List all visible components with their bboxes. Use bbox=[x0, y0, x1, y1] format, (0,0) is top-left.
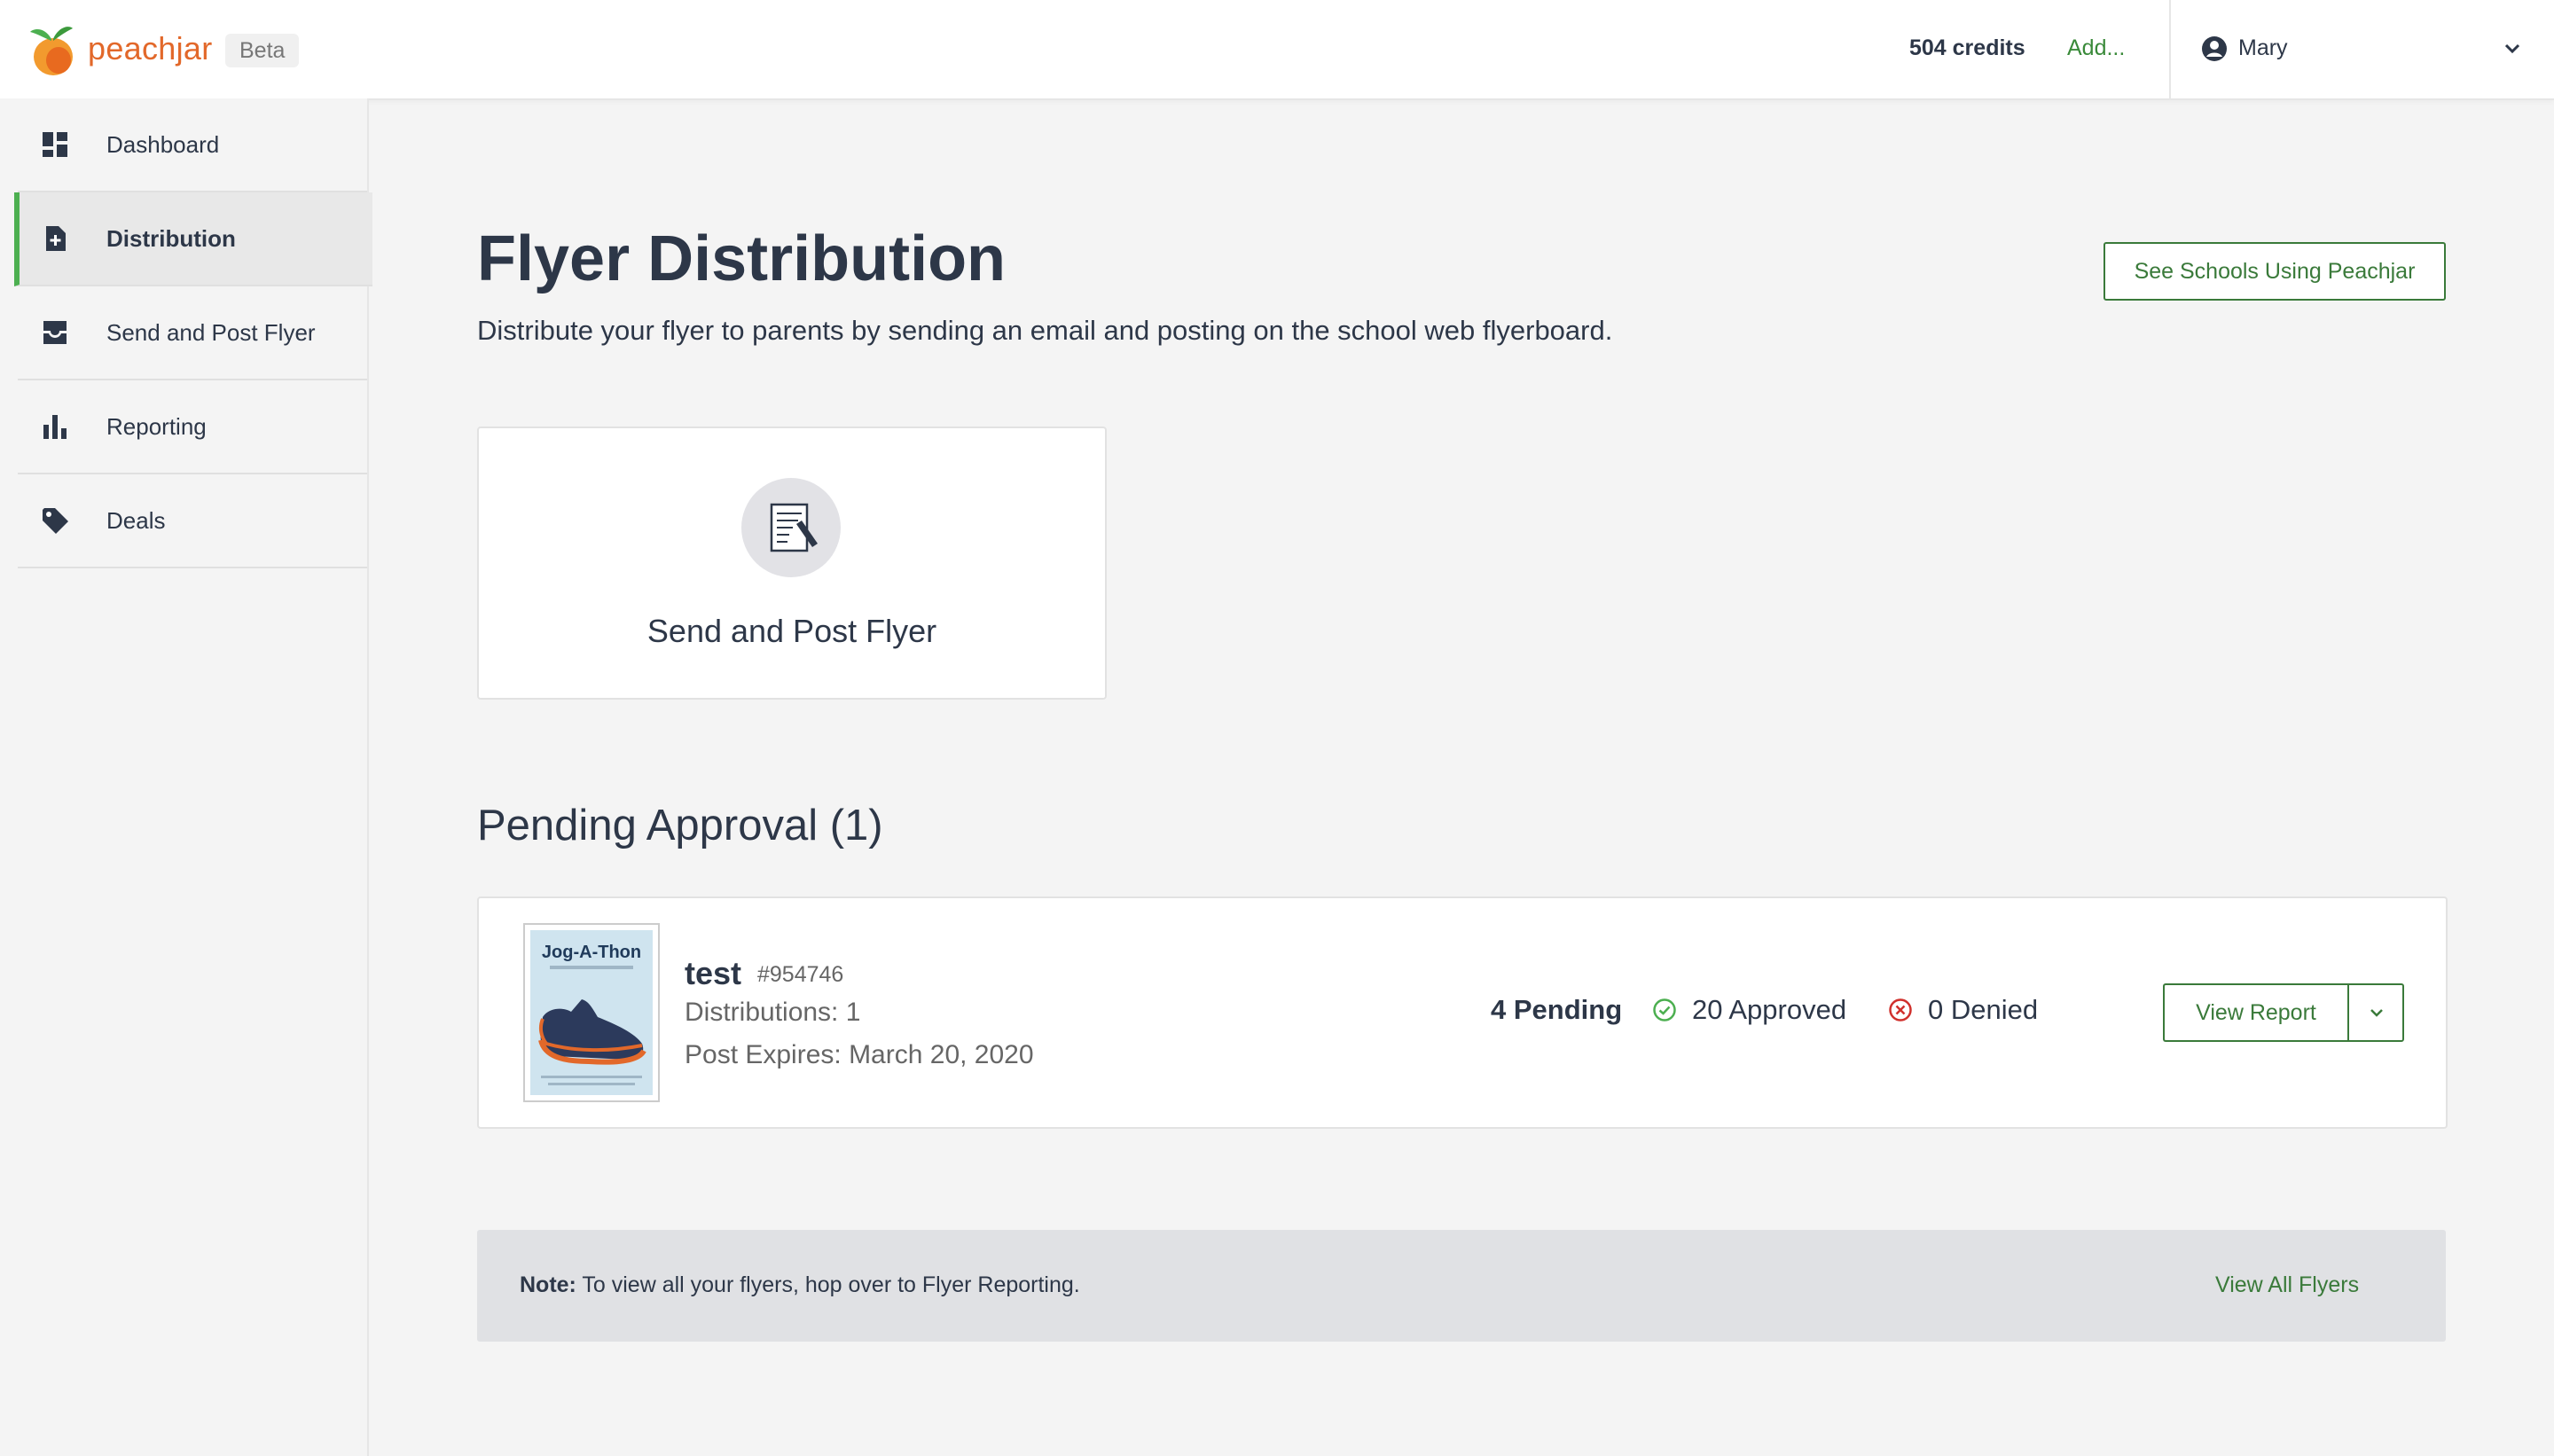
action-card-label: Send and Post Flyer bbox=[646, 613, 937, 649]
note-label: Note: bbox=[520, 1272, 576, 1297]
view-all-flyers-link[interactable]: View All Flyers bbox=[2215, 1272, 2359, 1298]
sidebar-item-send-and-post[interactable]: Send and Post Flyer bbox=[18, 286, 367, 380]
sneaker-icon bbox=[538, 999, 646, 1065]
x-circle-icon bbox=[1889, 998, 1912, 1022]
sidebar-item-label: Send and Post Flyer bbox=[106, 319, 316, 346]
credits-count: 504 credits bbox=[1909, 35, 2025, 60]
approved-count: 20 Approved bbox=[1692, 994, 1847, 1025]
sidebar-item-label: Dashboard bbox=[106, 131, 220, 158]
send-and-post-flyer-card[interactable]: Send and Post Flyer bbox=[477, 427, 1107, 700]
sidebar-item-label: Deals bbox=[106, 507, 166, 534]
brand-name[interactable]: peachjar bbox=[88, 30, 213, 67]
note-text: Note: To view all your flyers, hop over … bbox=[520, 1272, 1080, 1298]
dashboard-icon bbox=[43, 132, 67, 157]
sidebar-item-distribution[interactable]: Distribution bbox=[14, 192, 372, 286]
flyer-distributions: Distributions: 1 bbox=[685, 998, 861, 1027]
sidebar: Dashboard Distribution Send and Post Fly… bbox=[0, 98, 372, 1456]
thumbnail-subtitle-line bbox=[550, 966, 633, 969]
top-bar: peachjar Beta 504 credits Add... Mary bbox=[0, 0, 2554, 100]
see-schools-button[interactable]: See Schools Using Peachjar bbox=[2104, 242, 2446, 301]
chevron-down-icon bbox=[2370, 1009, 2383, 1017]
page-subtitle: Distribute your flyer to parents by send… bbox=[477, 315, 1613, 346]
inbox-tray-icon bbox=[43, 321, 67, 344]
document-plus-icon bbox=[46, 226, 66, 251]
note-bar: Note: To view all your flyers, hop over … bbox=[477, 1230, 2446, 1342]
flyer-row: Jog-A-Thon test #954746 Distributions: 1… bbox=[477, 896, 2448, 1129]
flyer-expiration: Post Expires: March 20, 2020 bbox=[685, 1040, 1034, 1069]
sidebar-item-label: Reporting bbox=[106, 413, 207, 440]
flyer-thumbnail-image: Jog-A-Thon bbox=[530, 930, 653, 1095]
sidebar-item-dashboard[interactable]: Dashboard bbox=[18, 98, 367, 192]
thumbnail-footer-line bbox=[541, 1076, 642, 1078]
note-body: To view all your flyers, hop over to Fly… bbox=[582, 1272, 1080, 1297]
sidebar-item-label: Distribution bbox=[106, 225, 236, 252]
document-edit-icon bbox=[770, 503, 818, 552]
flyer-thumbnail[interactable]: Jog-A-Thon bbox=[523, 923, 660, 1102]
view-report-dropdown-button[interactable] bbox=[2347, 983, 2404, 1042]
beta-badge: Beta bbox=[225, 34, 300, 67]
check-circle-icon bbox=[1653, 998, 1676, 1022]
sidebar-item-reporting[interactable]: Reporting bbox=[18, 380, 367, 474]
pending-count: 4 Pending bbox=[1491, 994, 1623, 1025]
chevron-down-icon bbox=[2504, 43, 2520, 54]
thumbnail-title: Jog-A-Thon bbox=[541, 943, 642, 962]
page-title: Flyer Distribution bbox=[477, 223, 1007, 294]
bar-chart-icon bbox=[43, 415, 67, 439]
user-name: Mary bbox=[2238, 35, 2288, 60]
tag-icon bbox=[43, 508, 68, 534]
user-avatar-icon bbox=[2202, 36, 2227, 61]
view-report-button[interactable]: View Report bbox=[2163, 983, 2347, 1042]
sidebar-item-deals[interactable]: Deals bbox=[18, 474, 367, 568]
thumbnail-footer-line bbox=[548, 1083, 635, 1085]
action-icon-circle bbox=[741, 478, 841, 577]
flyer-name[interactable]: test bbox=[685, 955, 741, 992]
flyer-id: #954746 bbox=[757, 962, 844, 987]
denied-count: 0 Denied bbox=[1928, 994, 2039, 1025]
add-credits-link[interactable]: Add... bbox=[2067, 35, 2125, 61]
peach-logo-icon[interactable] bbox=[27, 20, 76, 78]
user-menu[interactable]: Mary bbox=[2169, 0, 2554, 98]
pending-approval-title: Pending Approval (1) bbox=[477, 802, 883, 849]
